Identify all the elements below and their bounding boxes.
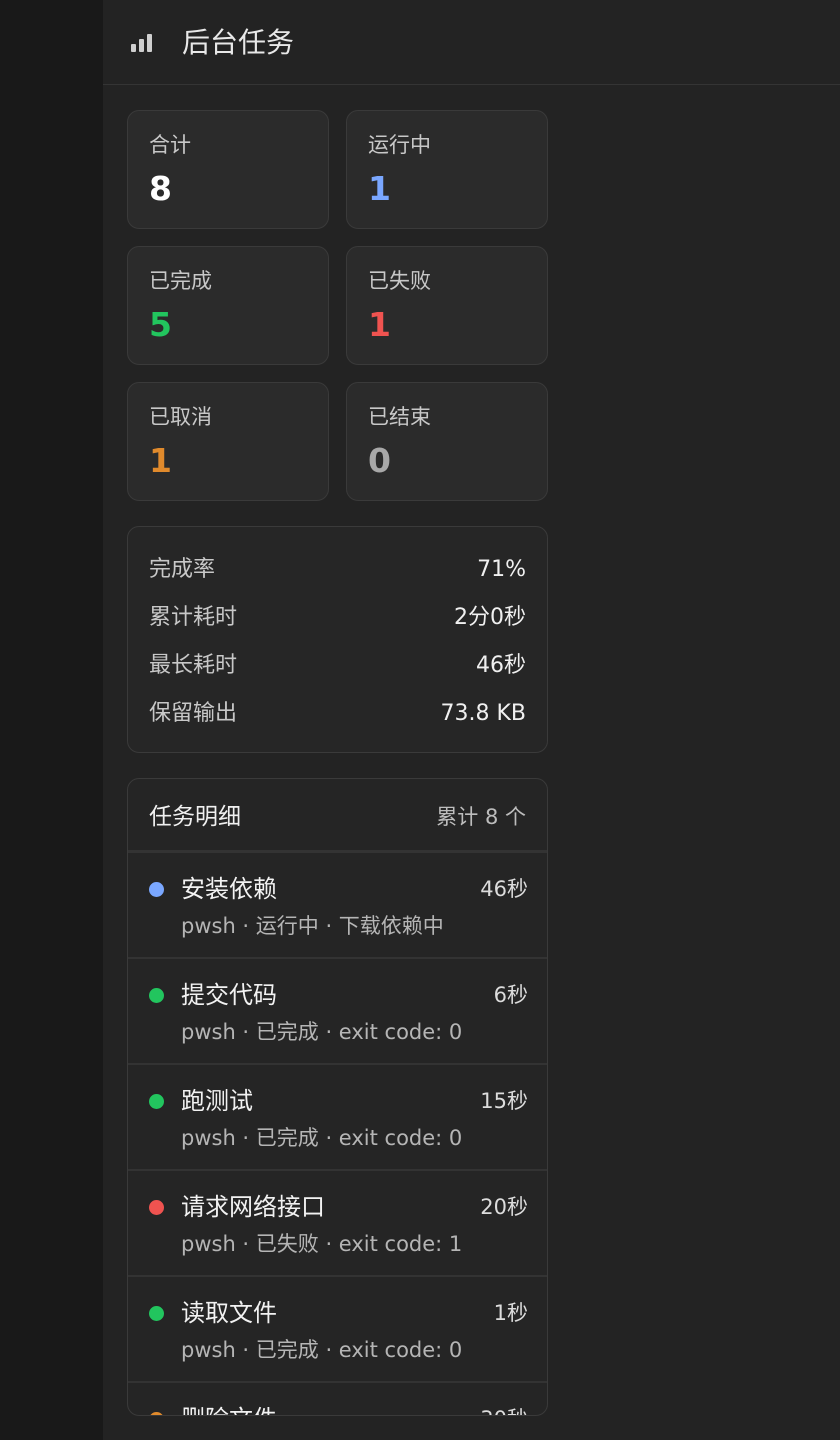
stat-card-running: 运行中 1	[346, 110, 548, 229]
task-row[interactable]: 删除文件 30秒	[128, 1383, 547, 1415]
task-name: 跑测试	[181, 1087, 253, 1115]
stat-card-cancelled: 已取消 1	[127, 382, 329, 501]
stat-card-completed: 已完成 5	[127, 246, 329, 365]
task-detail: pwsh · 已完成 · exit code: 0	[181, 1338, 463, 1362]
task-row[interactable]: 读取文件 1秒 pwsh · 已完成 · exit code: 0	[128, 1277, 547, 1383]
metric-label: 保留输出	[149, 701, 238, 726]
stat-card-failed: 已失败 1	[346, 246, 548, 365]
metric-value: 71%	[477, 557, 526, 582]
status-dot-icon	[149, 1306, 164, 1321]
stat-label: 已结束	[368, 405, 431, 429]
task-count: 累计 8 个	[436, 805, 526, 829]
stat-value: 5	[149, 305, 172, 344]
stat-card-total: 合计 8	[127, 110, 329, 229]
task-duration: 46秒	[480, 877, 528, 901]
stat-label: 已完成	[149, 269, 212, 293]
task-row[interactable]: 请求网络接口 20秒 pwsh · 已失败 · exit code: 1	[128, 1171, 547, 1277]
status-dot-icon	[149, 1094, 164, 1109]
background-tasks-panel: 后台任务 合计 8 运行中 1 已完成 5 已失败 1 已取消 1 已结束 0 …	[103, 0, 840, 1440]
bar-chart-icon	[131, 34, 152, 52]
task-detail: pwsh · 已完成 · exit code: 0	[181, 1020, 463, 1044]
task-duration: 1秒	[493, 1301, 528, 1325]
stat-label: 已取消	[149, 405, 212, 429]
task-details-title: 任务明细	[149, 804, 241, 830]
stat-value: 8	[149, 169, 172, 208]
task-name: 删除文件	[181, 1402, 277, 1415]
task-name: 读取文件	[181, 1299, 277, 1327]
task-name: 请求网络接口	[181, 1193, 325, 1221]
task-row[interactable]: 安装依赖 46秒 pwsh · 运行中 · 下载依赖中	[128, 853, 547, 959]
page-title: 后台任务	[182, 26, 295, 59]
stat-label: 合计	[149, 133, 191, 157]
task-detail: pwsh · 已完成 · exit code: 0	[181, 1126, 463, 1150]
task-duration: 30秒	[480, 1404, 528, 1415]
metric-value: 46秒	[476, 653, 526, 678]
task-name: 安装依赖	[181, 875, 277, 903]
metric-value: 2分0秒	[454, 605, 526, 630]
metrics-card: 完成率 71% 累计耗时 2分0秒 最长耗时 46秒 保留输出 73.8 KB	[127, 526, 548, 753]
task-details-card: 任务明细 累计 8 个 安装依赖 46秒 pwsh · 运行中 · 下载依赖中 …	[127, 778, 548, 1416]
metric-label: 最长耗时	[149, 653, 238, 678]
stat-label: 已失败	[368, 269, 431, 293]
task-detail: pwsh · 运行中 · 下载依赖中	[181, 914, 444, 938]
stat-label: 运行中	[368, 133, 431, 157]
task-duration: 15秒	[480, 1089, 528, 1113]
metric-completion-rate: 完成率 71%	[149, 554, 526, 586]
status-dot-icon	[149, 1200, 164, 1215]
status-dot-icon	[149, 1412, 164, 1415]
stat-value: 1	[368, 169, 391, 208]
metric-retained-output: 保留输出 73.8 KB	[149, 698, 526, 730]
task-name: 提交代码	[181, 981, 277, 1009]
metric-value: 73.8 KB	[440, 701, 527, 726]
metric-total-duration: 累计耗时 2分0秒	[149, 602, 526, 634]
stat-value: 0	[368, 441, 391, 480]
metric-longest-duration: 最长耗时 46秒	[149, 650, 526, 682]
task-row[interactable]: 跑测试 15秒 pwsh · 已完成 · exit code: 0	[128, 1065, 547, 1171]
status-dot-icon	[149, 882, 164, 897]
status-dot-icon	[149, 988, 164, 1003]
metric-label: 完成率	[149, 557, 216, 582]
task-detail: pwsh · 已失败 · exit code: 1	[181, 1232, 463, 1256]
panel-header: 后台任务	[103, 0, 840, 85]
stat-value: 1	[149, 441, 172, 480]
stat-card-ended: 已结束 0	[346, 382, 548, 501]
metric-label: 累计耗时	[149, 605, 238, 630]
task-row[interactable]: 提交代码 6秒 pwsh · 已完成 · exit code: 0	[128, 959, 547, 1065]
left-rail	[0, 0, 103, 1440]
task-duration: 20秒	[480, 1195, 528, 1219]
task-list: 安装依赖 46秒 pwsh · 运行中 · 下载依赖中 提交代码 6秒 pwsh…	[128, 853, 547, 1415]
task-duration: 6秒	[493, 983, 528, 1007]
stat-value: 1	[368, 305, 391, 344]
